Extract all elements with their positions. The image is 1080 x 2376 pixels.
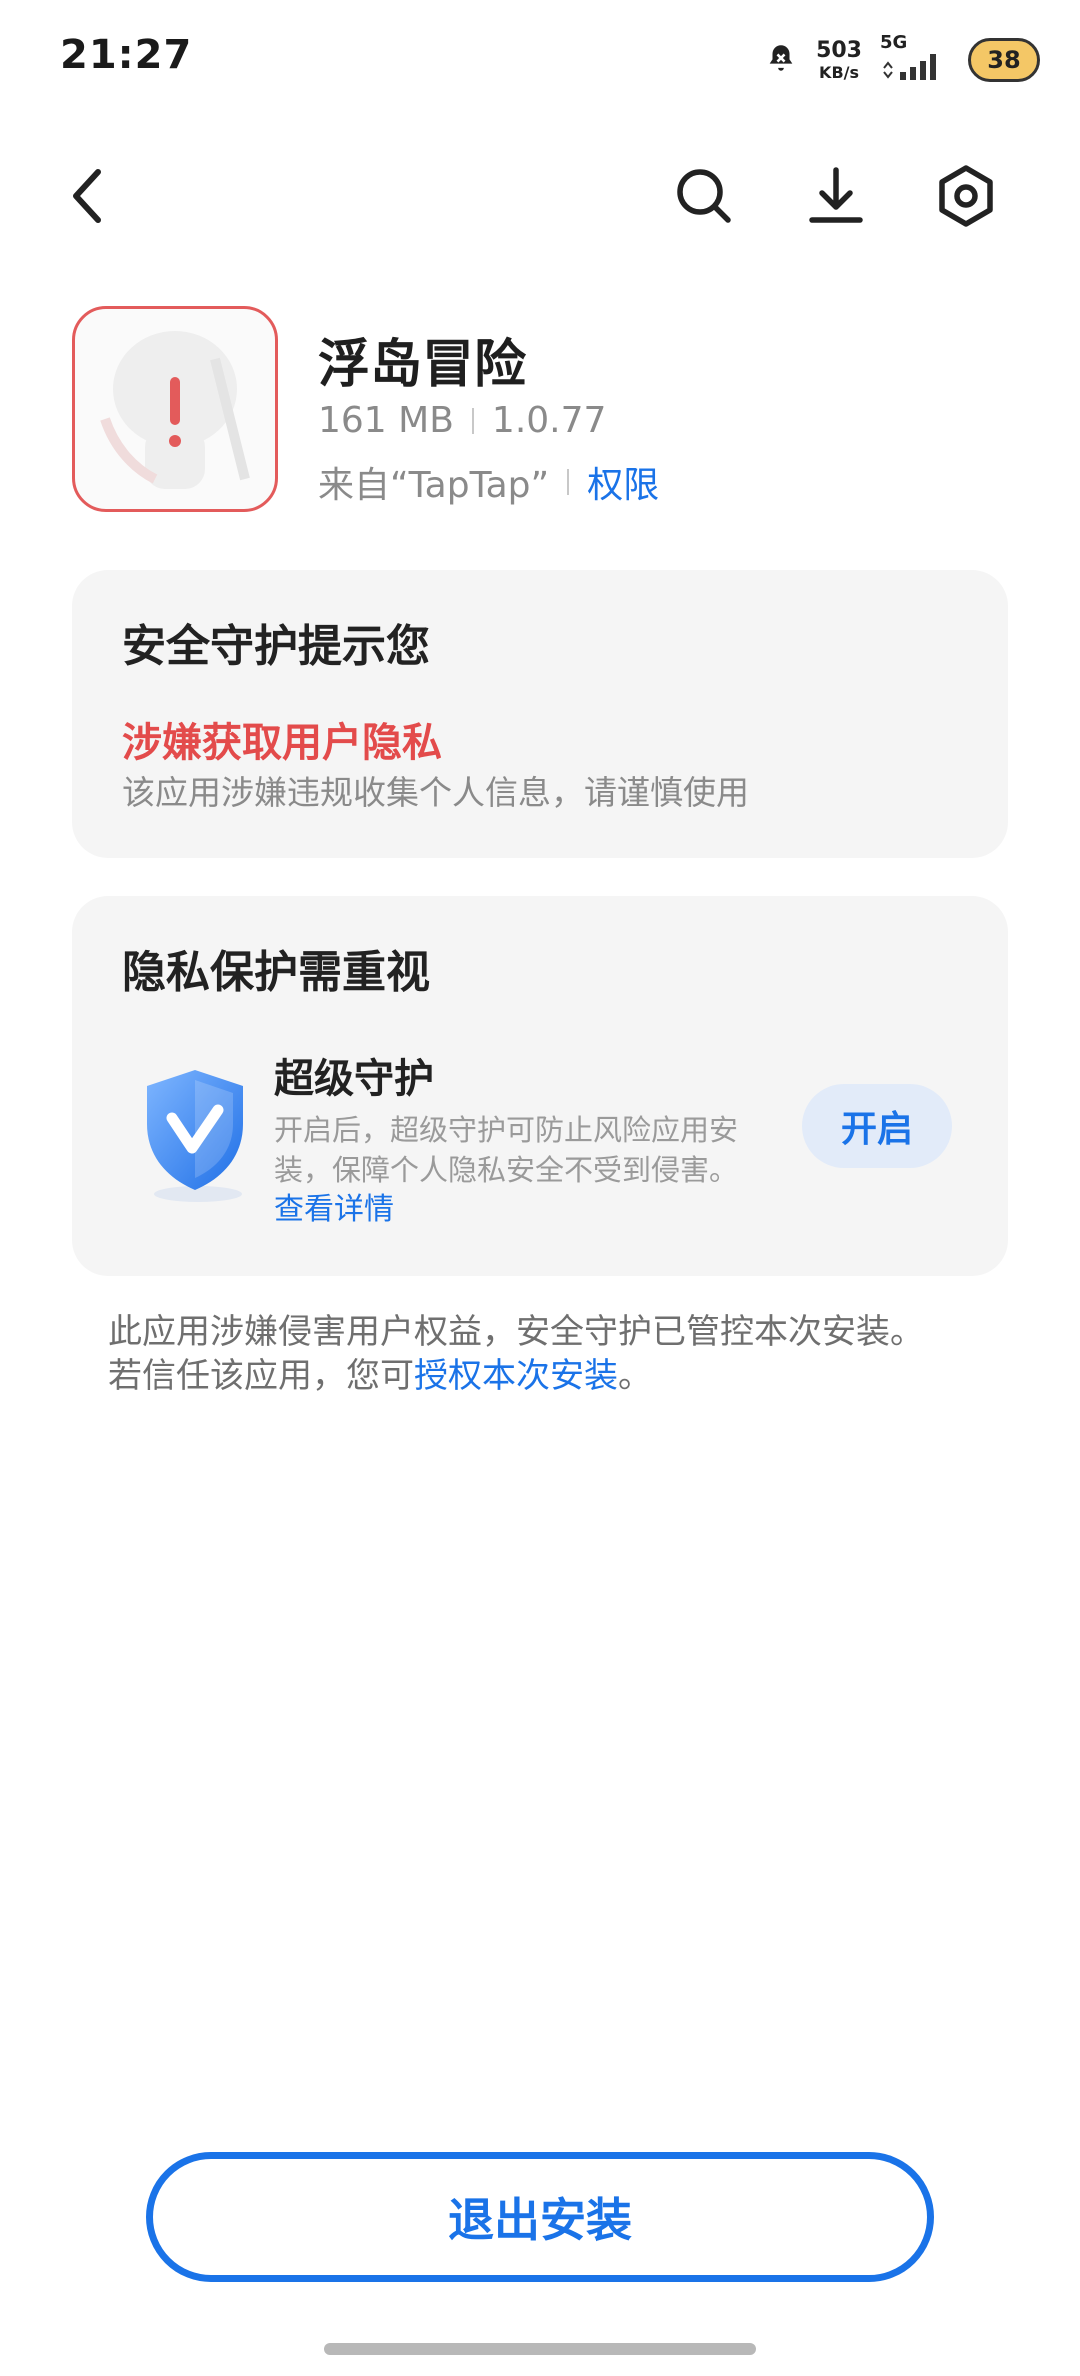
status-time: 21:27 bbox=[60, 32, 193, 78]
alarm-mute-icon bbox=[764, 41, 798, 79]
source-divider bbox=[567, 469, 570, 495]
search-icon[interactable] bbox=[668, 160, 740, 232]
feature-desc-line-1: 开启后，超级守护可防止风险应用安 bbox=[274, 1113, 739, 1147]
home-indicator[interactable] bbox=[324, 2343, 756, 2355]
privacy-card-title: 隐私保护需重视 bbox=[122, 947, 430, 998]
signal-icon bbox=[880, 52, 950, 86]
enable-protection-button[interactable]: 开启 bbox=[802, 1084, 952, 1168]
warning-description: 该应用涉嫌违规收集个人信息，请谨慎使用 bbox=[122, 773, 749, 812]
notice-line-1: 此应用涉嫌侵害用户权益，安全守护已管控本次安装。 bbox=[108, 1312, 924, 1352]
app-icon-graphic bbox=[100, 331, 250, 489]
app-name: 浮岛冒险 bbox=[318, 335, 527, 395]
net-speed-value: 503 bbox=[816, 37, 862, 63]
back-icon[interactable] bbox=[52, 160, 124, 232]
signal-group: 5G bbox=[880, 34, 950, 86]
install-notice: 此应用涉嫌侵害用户权益，安全守护已管控本次安装。 若信任该应用，您可授权本次安装… bbox=[108, 1310, 988, 1398]
notice-prefix: 若信任该应用，您可 bbox=[108, 1356, 414, 1396]
battery-level: 38 bbox=[987, 46, 1021, 74]
security-warning-card: 安全守护提示您 涉嫌获取用户隐私 该应用涉嫌违规收集个人信息，请谨慎使用 bbox=[72, 570, 1008, 858]
feature-desc-line-2: 装，保障个人隐私安全不受到侵害。 bbox=[274, 1153, 739, 1187]
shield-icon bbox=[120, 1056, 270, 1206]
network-type: 5G bbox=[880, 32, 908, 53]
net-speed-unit: KB/s bbox=[819, 62, 860, 82]
exit-install-button[interactable]: 退出安装 bbox=[146, 2152, 934, 2282]
battery-indicator: 38 bbox=[968, 38, 1040, 82]
settings-icon[interactable] bbox=[930, 160, 1002, 232]
network-speed: 503 KB/s bbox=[816, 37, 862, 82]
app-source: 来自“TapTap” bbox=[318, 465, 550, 506]
warning-title: 涉嫌获取用户隐私 bbox=[122, 720, 442, 766]
download-icon[interactable] bbox=[800, 160, 872, 232]
app-version: 1.0.77 bbox=[491, 400, 607, 441]
view-details-link[interactable]: 查看详情 bbox=[274, 1190, 774, 1230]
notice-suffix: 。 bbox=[618, 1356, 652, 1396]
app-meta: 161 MB 1.0.77 bbox=[318, 400, 606, 441]
status-icons: 503 KB/s 5G 38 bbox=[764, 30, 1040, 90]
security-card-title: 安全守护提示您 bbox=[122, 621, 430, 672]
notice-line-2: 若信任该应用，您可授权本次安装。 bbox=[108, 1354, 988, 1398]
feature-title: 超级守护 bbox=[274, 1056, 434, 1102]
privacy-protection-card: 隐私保护需重视 超级守护 开启后，超级守护可防止风险应用安 装，保障个人隐私安全… bbox=[72, 896, 1008, 1276]
authorize-install-link[interactable]: 授权本次安装 bbox=[414, 1356, 618, 1396]
permissions-link[interactable]: 权限 bbox=[587, 456, 659, 508]
feature-description: 开启后，超级守护可防止风险应用安 装，保障个人隐私安全不受到侵害。 查看详情 bbox=[274, 1110, 774, 1230]
app-size: 161 MB bbox=[318, 400, 454, 441]
app-icon bbox=[72, 306, 278, 512]
meta-divider bbox=[471, 407, 474, 434]
app-source-row: 来自“TapTap” 权限 bbox=[318, 456, 659, 508]
